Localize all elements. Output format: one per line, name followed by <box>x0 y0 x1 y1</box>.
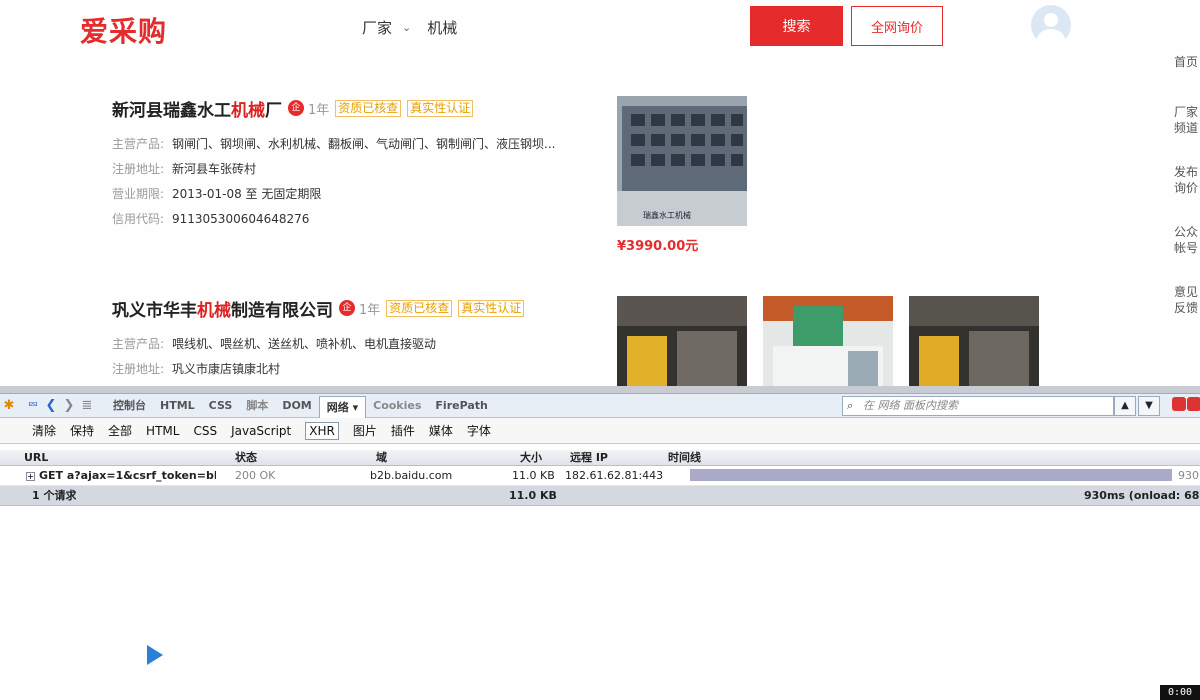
filter-javascript[interactable]: JavaScript <box>231 424 291 438</box>
filter-media[interactable]: 媒体 <box>429 422 453 439</box>
panel-splitter[interactable] <box>0 386 1200 394</box>
inspect-icon[interactable]: ⮹ <box>24 397 42 415</box>
col-size[interactable]: 大小 <box>520 450 542 465</box>
search-icon: ⌕ <box>847 399 854 412</box>
clear-button[interactable]: 清除 <box>32 422 56 439</box>
tab-firepath[interactable]: FirePath <box>428 395 494 417</box>
qualification-tag: 资质已核查 <box>335 99 402 117</box>
rail-feedback[interactable]: 意见反馈 <box>1166 284 1200 316</box>
tab-cookies[interactable]: Cookies <box>366 395 428 417</box>
recording-timer: 0:00 <box>1160 685 1200 700</box>
search-prev-button[interactable]: ▲ <box>1114 396 1136 416</box>
svg-text:瑞鑫水工机械: 瑞鑫水工机械 <box>643 210 691 220</box>
credit-code: 911305300604648276 <box>172 212 310 226</box>
right-rail: 首页 厂家频道 发布询价 公众帐号 意见反馈 <box>1166 50 1200 316</box>
col-domain[interactable]: 域 <box>376 450 387 465</box>
rail-official-account[interactable]: 公众帐号 <box>1166 224 1200 256</box>
registered-address: 新河县车张砖村 <box>172 162 257 176</box>
request-count: 1 个请求 <box>32 489 77 502</box>
enterprise-badge-icon: 企 <box>339 300 355 316</box>
request-time: 930m <box>1178 469 1200 482</box>
persist-button[interactable]: 保持 <box>70 422 94 439</box>
request-url: GET a?ajax=1&csrf_token=bbc <box>39 469 216 482</box>
years-badge: 1年 <box>359 302 381 318</box>
search-query[interactable]: 厂家 ⌄ 机械 <box>362 17 457 38</box>
years-badge: 1年 <box>308 102 330 118</box>
rail-home[interactable]: 首页 <box>1166 54 1200 70</box>
authenticity-tag: 真实性认证 <box>458 299 525 317</box>
enterprise-badge-icon: 企 <box>288 100 304 116</box>
col-timeline[interactable]: 时间线 <box>668 450 701 465</box>
back-arrow-icon[interactable]: ❮ <box>42 397 60 415</box>
chevron-down-icon[interactable]: ▾ <box>353 401 359 414</box>
firebug-panel: ✱ ⮹ ❮ ❯ ≣ 控制台 HTML CSS 脚本 DOM 网络 ▾ Cooki… <box>0 386 1200 506</box>
search-next-button[interactable]: ▼ <box>1138 396 1160 416</box>
tab-network[interactable]: 网络 ▾ <box>318 395 367 418</box>
tab-script[interactable]: 脚本 <box>239 395 275 417</box>
total-time: 930ms (onload: 681m <box>1084 489 1200 502</box>
filter-images[interactable]: 图片 <box>353 422 377 439</box>
avatar[interactable] <box>1031 5 1071 45</box>
chevron-down-icon[interactable]: ⌄ <box>402 21 411 34</box>
col-status[interactable]: 状态 <box>235 450 257 465</box>
network-summary-row: 1 个请求 11.0 KB 930ms (onload: 681m <box>0 486 1200 506</box>
table-row[interactable]: + GET a?ajax=1&csrf_token=bbc 200 OK b2b.… <box>0 466 1200 486</box>
tab-html[interactable]: HTML <box>153 395 202 417</box>
company-title[interactable]: 新河县瑞鑫水工 机械厂 企 1年 资质已核查 真实性认证 <box>112 96 672 121</box>
filter-fonts[interactable]: 字体 <box>467 422 491 439</box>
search-button[interactable]: 搜索 <box>750 6 843 46</box>
close-icon[interactable] <box>1187 397 1200 411</box>
mouse-cursor-icon <box>147 645 163 665</box>
business-term: 2013-01-08 至 无固定期限 <box>172 187 322 201</box>
panel-search-input[interactable]: ⌕ 在 网络 面板内搜索 <box>842 396 1114 416</box>
request-remote-ip: 182.61.62.81:443 <box>565 469 664 482</box>
site-logo[interactable]: 爱采购 <box>80 10 167 50</box>
company-title[interactable]: 巩义市华丰 机械 制造有限公司 企 1年 资质已核查 真实性认证 <box>112 296 672 321</box>
filter-html[interactable]: HTML <box>146 424 179 438</box>
product-image[interactable]: 瑞鑫水工机械 <box>617 96 747 226</box>
main-products: 喂线机、喂丝机、送丝机、喷补机、电机直接驱动 <box>172 337 437 351</box>
product-price[interactable]: ¥3990.00元 <box>617 235 698 254</box>
network-table-header: URL 状态 域 大小 远程 IP 时间线 <box>0 450 1200 466</box>
request-domain: b2b.baidu.com <box>370 469 453 482</box>
timeline-bar <box>690 469 1172 481</box>
rail-factory-channel[interactable]: 厂家频道 <box>1166 104 1200 136</box>
expand-icon[interactable]: + <box>26 471 35 481</box>
request-size: 11.0 KB <box>512 469 555 482</box>
total-size: 11.0 KB <box>509 489 557 502</box>
command-line-icon[interactable]: ≣ <box>78 397 96 415</box>
company-card: 新河县瑞鑫水工 机械厂 企 1年 资质已核查 真实性认证 主营产品: 钢闸门、钢坝闸… <box>112 96 672 227</box>
network-toolbar: 清除 保持 全部 HTML CSS JavaScript XHR 图片 插件 媒… <box>0 418 1200 444</box>
firebug-icon[interactable]: ✱ <box>0 397 18 415</box>
forward-arrow-icon[interactable]: ❯ <box>60 397 78 415</box>
all-web-inquiry-button[interactable]: 全网询价 <box>851 6 943 46</box>
filter-xhr[interactable]: XHR <box>305 421 339 440</box>
filter-plugins[interactable]: 插件 <box>391 422 415 439</box>
tab-css[interactable]: CSS <box>202 395 240 417</box>
query-category[interactable]: 厂家 <box>362 17 392 38</box>
authenticity-tag: 真实性认证 <box>407 99 474 117</box>
registered-address: 巩义市康店镇康北村 <box>172 362 281 376</box>
qualification-tag: 资质已核查 <box>386 299 453 317</box>
request-status: 200 OK <box>235 469 276 482</box>
query-keyword[interactable]: 机械 <box>427 17 457 38</box>
main-products: 钢闸门、钢坝闸、水利机械、翻板闸、气动闸门、钢制闸门、液压钢坝... <box>172 137 556 151</box>
filter-all[interactable]: 全部 <box>108 422 132 439</box>
col-remote-ip[interactable]: 远程 IP <box>570 450 608 465</box>
minimize-icon[interactable] <box>1172 397 1186 411</box>
filter-css[interactable]: CSS <box>193 424 217 438</box>
tab-console[interactable]: 控制台 <box>106 395 153 417</box>
rail-post-inquiry[interactable]: 发布询价 <box>1166 164 1200 196</box>
company-card: 巩义市华丰 机械 制造有限公司 企 1年 资质已核查 真实性认证 主营产品: 喂线机、… <box>112 296 672 377</box>
tab-dom[interactable]: DOM <box>275 395 318 417</box>
col-url[interactable]: URL <box>24 450 48 465</box>
